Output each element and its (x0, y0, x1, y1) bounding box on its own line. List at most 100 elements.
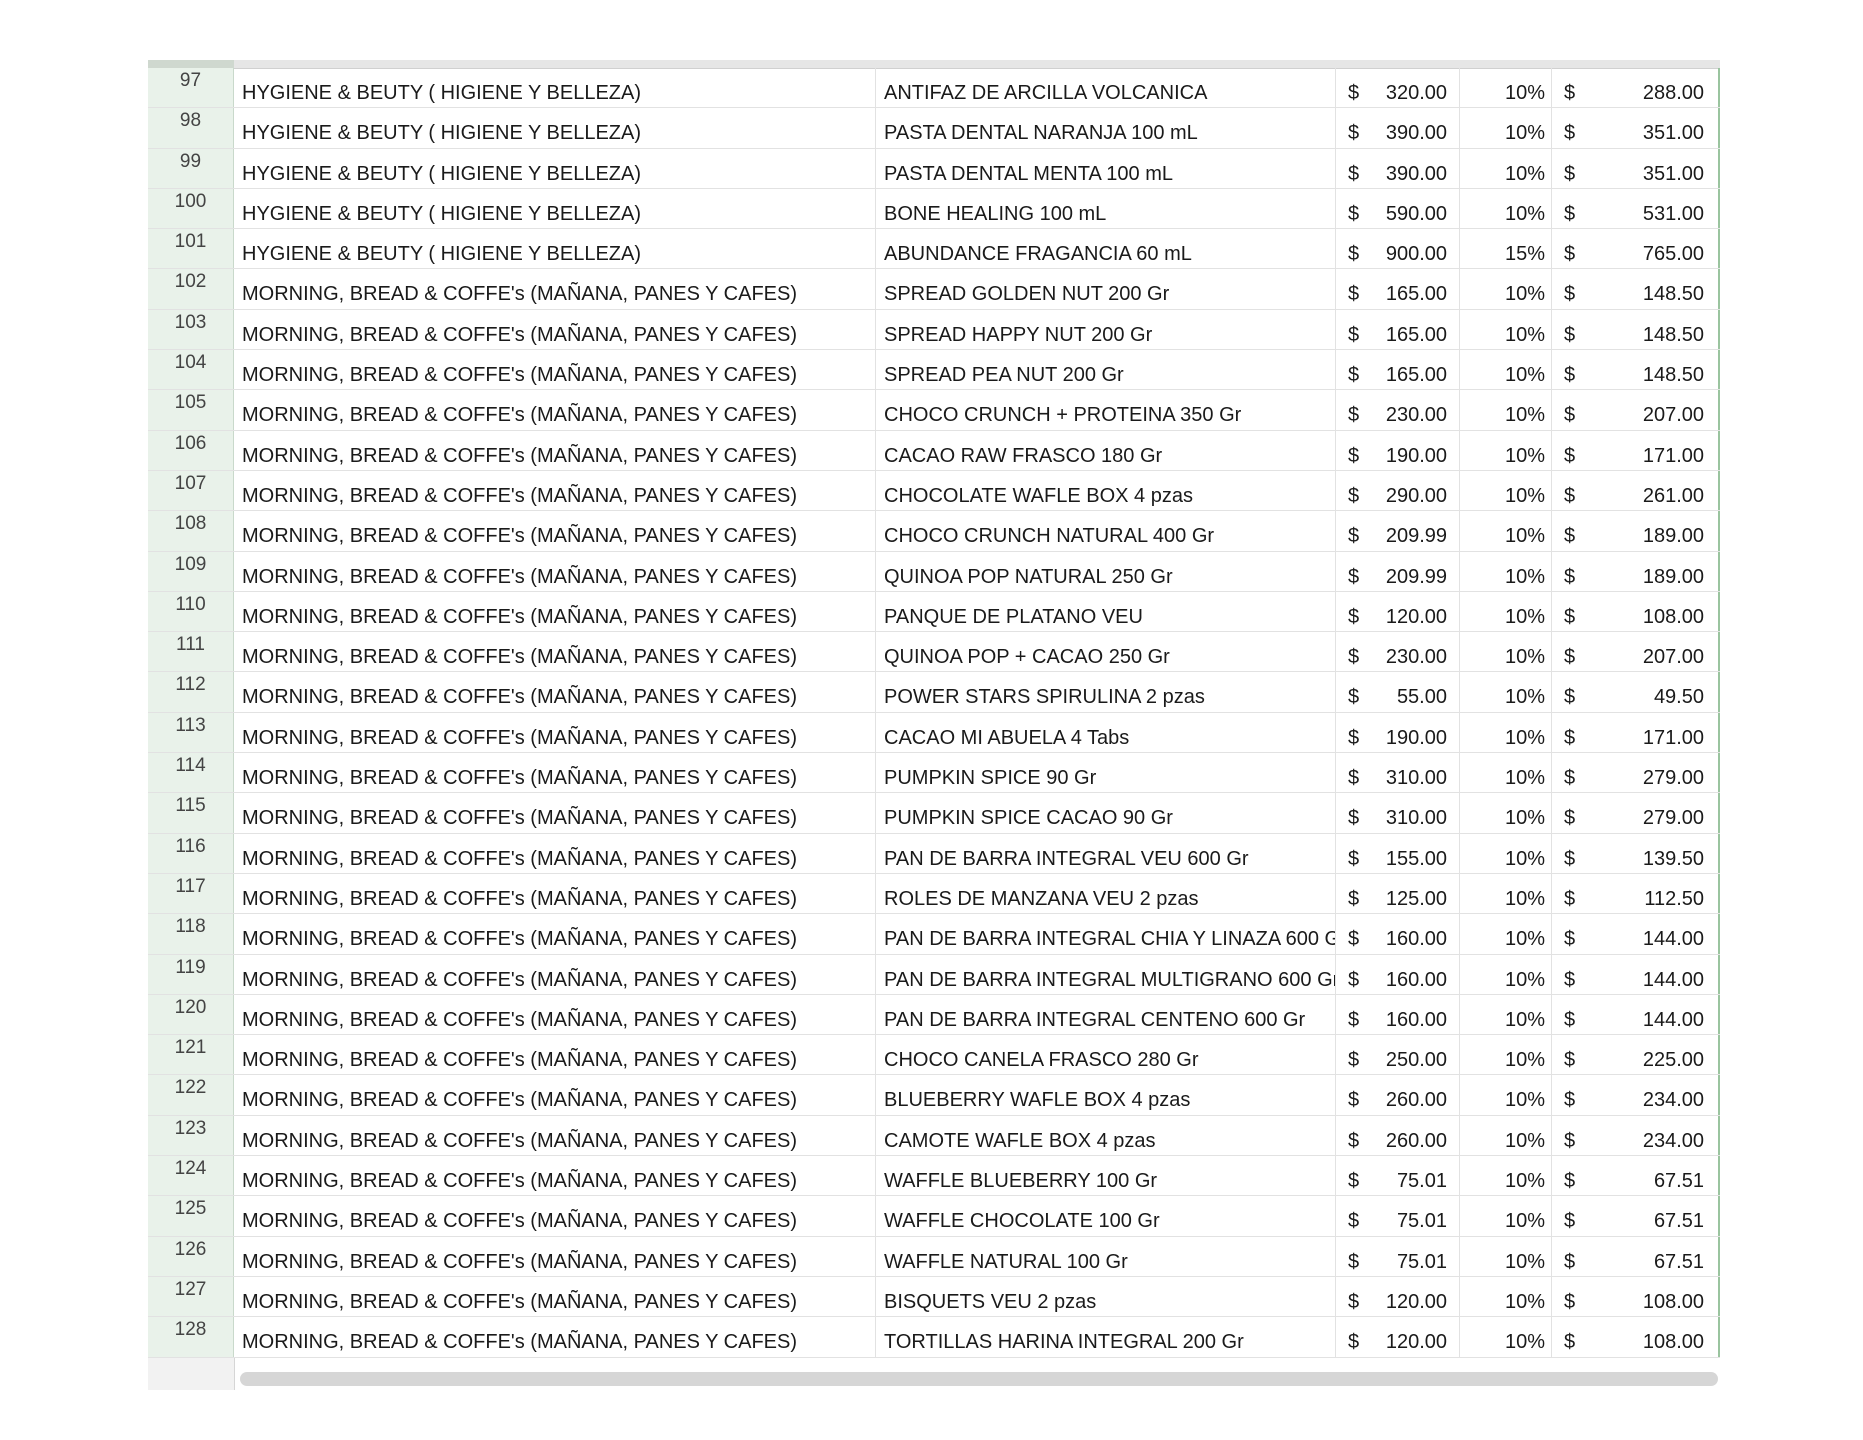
category-cell[interactable]: HYGIENE & BEUTY ( HIGIENE Y BELLEZA) (234, 68, 876, 108)
price-cell[interactable]: $ 75.01 (1336, 1196, 1460, 1236)
product-cell[interactable]: CHOCO CANELA FRASCO 280 Gr (876, 1035, 1336, 1075)
discount-cell[interactable]: 15% (1460, 229, 1552, 269)
category-cell[interactable]: MORNING, BREAD & COFFE's (MAÑANA, PANES … (234, 511, 876, 551)
product-cell[interactable]: ANTIFAZ DE ARCILLA VOLCANICA (876, 68, 1336, 108)
category-cell[interactable]: MORNING, BREAD & COFFE's (MAÑANA, PANES … (234, 833, 876, 873)
row-number[interactable]: 103 (148, 309, 234, 350)
final-price-cell[interactable]: $ 207.00 (1552, 390, 1720, 430)
final-price-cell[interactable]: $ 351.00 (1552, 108, 1720, 148)
discount-cell[interactable]: 10% (1460, 914, 1552, 954)
product-cell[interactable]: PAN DE BARRA INTEGRAL VEU 600 Gr (876, 833, 1336, 873)
discount-cell[interactable]: 10% (1460, 309, 1552, 350)
category-cell[interactable]: MORNING, BREAD & COFFE's (MAÑANA, PANES … (234, 1317, 876, 1357)
discount-cell[interactable]: 10% (1460, 1115, 1552, 1156)
final-price-cell[interactable]: $ 144.00 (1552, 954, 1720, 994)
category-cell[interactable]: MORNING, BREAD & COFFE's (MAÑANA, PANES … (234, 793, 876, 833)
category-cell[interactable]: MORNING, BREAD & COFFE's (MAÑANA, PANES … (234, 350, 876, 390)
category-cell[interactable]: MORNING, BREAD & COFFE's (MAÑANA, PANES … (234, 551, 876, 591)
row-number[interactable]: 123 (148, 1115, 234, 1156)
category-cell[interactable]: MORNING, BREAD & COFFE's (MAÑANA, PANES … (234, 1236, 876, 1276)
discount-cell[interactable]: 10% (1460, 672, 1552, 712)
price-cell[interactable]: $ 209.99 (1336, 551, 1460, 591)
price-cell[interactable]: $ 310.00 (1336, 753, 1460, 793)
final-price-cell[interactable]: $ 108.00 (1552, 1276, 1720, 1317)
category-cell[interactable]: MORNING, BREAD & COFFE's (MAÑANA, PANES … (234, 712, 876, 753)
price-cell[interactable]: $ 120.00 (1336, 591, 1460, 632)
row-number[interactable]: 108 (148, 511, 234, 551)
discount-cell[interactable]: 10% (1460, 632, 1552, 672)
price-cell[interactable]: $ 190.00 (1336, 712, 1460, 753)
category-cell[interactable]: MORNING, BREAD & COFFE's (MAÑANA, PANES … (234, 632, 876, 672)
category-cell[interactable]: MORNING, BREAD & COFFE's (MAÑANA, PANES … (234, 753, 876, 793)
discount-cell[interactable]: 10% (1460, 591, 1552, 632)
category-cell[interactable]: MORNING, BREAD & COFFE's (MAÑANA, PANES … (234, 1276, 876, 1317)
price-cell[interactable]: $ 55.00 (1336, 672, 1460, 712)
discount-cell[interactable]: 10% (1460, 833, 1552, 873)
price-cell[interactable]: $ 900.00 (1336, 229, 1460, 269)
final-price-cell[interactable]: $ 531.00 (1552, 188, 1720, 229)
category-cell[interactable]: MORNING, BREAD & COFFE's (MAÑANA, PANES … (234, 269, 876, 309)
discount-cell[interactable]: 10% (1460, 1317, 1552, 1357)
product-cell[interactable]: BLUEBERRY WAFLE BOX 4 pzas (876, 1075, 1336, 1115)
price-cell[interactable]: $ 75.01 (1336, 1236, 1460, 1276)
category-cell[interactable]: MORNING, BREAD & COFFE's (MAÑANA, PANES … (234, 1115, 876, 1156)
row-number[interactable]: 100 (148, 188, 234, 229)
product-cell[interactable]: PUMPKIN SPICE CACAO 90 Gr (876, 793, 1336, 833)
product-cell[interactable]: CHOCO CRUNCH NATURAL 400 Gr (876, 511, 1336, 551)
discount-cell[interactable]: 10% (1460, 1035, 1552, 1075)
price-cell[interactable]: $ 260.00 (1336, 1115, 1460, 1156)
price-cell[interactable]: $ 160.00 (1336, 954, 1460, 994)
category-cell[interactable]: HYGIENE & BEUTY ( HIGIENE Y BELLEZA) (234, 188, 876, 229)
final-price-cell[interactable]: $ 207.00 (1552, 632, 1720, 672)
row-number[interactable]: 121 (148, 1035, 234, 1075)
row-number[interactable]: 97 (148, 68, 234, 108)
price-cell[interactable]: $ 165.00 (1336, 350, 1460, 390)
final-price-cell[interactable]: $ 189.00 (1552, 551, 1720, 591)
product-cell[interactable]: PUMPKIN SPICE 90 Gr (876, 753, 1336, 793)
final-price-cell[interactable]: $ 148.50 (1552, 269, 1720, 309)
row-number[interactable]: 126 (148, 1236, 234, 1276)
product-cell[interactable]: PANQUE DE PLATANO VEU (876, 591, 1336, 632)
price-cell[interactable]: $ 190.00 (1336, 430, 1460, 470)
price-cell[interactable]: $ 165.00 (1336, 309, 1460, 350)
product-cell[interactable]: SPREAD PEA NUT 200 Gr (876, 350, 1336, 390)
category-cell[interactable]: MORNING, BREAD & COFFE's (MAÑANA, PANES … (234, 1196, 876, 1236)
product-cell[interactable]: SPREAD GOLDEN NUT 200 Gr (876, 269, 1336, 309)
category-cell[interactable]: MORNING, BREAD & COFFE's (MAÑANA, PANES … (234, 390, 876, 430)
row-number[interactable]: 104 (148, 350, 234, 390)
product-cell[interactable]: BISQUETS VEU 2 pzas (876, 1276, 1336, 1317)
price-cell[interactable]: $ 155.00 (1336, 833, 1460, 873)
row-number[interactable]: 107 (148, 470, 234, 511)
category-cell[interactable]: MORNING, BREAD & COFFE's (MAÑANA, PANES … (234, 914, 876, 954)
price-cell[interactable]: $ 165.00 (1336, 269, 1460, 309)
discount-cell[interactable]: 10% (1460, 551, 1552, 591)
product-cell[interactable]: CHOCOLATE WAFLE BOX 4 pzas (876, 470, 1336, 511)
discount-cell[interactable]: 10% (1460, 148, 1552, 188)
price-cell[interactable]: $ 230.00 (1336, 632, 1460, 672)
price-cell[interactable]: $ 160.00 (1336, 994, 1460, 1035)
row-number[interactable]: 125 (148, 1196, 234, 1236)
product-cell[interactable]: QUINOA POP NATURAL 250 Gr (876, 551, 1336, 591)
discount-cell[interactable]: 10% (1460, 1156, 1552, 1196)
category-cell[interactable]: MORNING, BREAD & COFFE's (MAÑANA, PANES … (234, 954, 876, 994)
price-cell[interactable]: $ 120.00 (1336, 1317, 1460, 1357)
discount-cell[interactable]: 10% (1460, 269, 1552, 309)
row-number[interactable]: 112 (148, 672, 234, 712)
row-number[interactable]: 102 (148, 269, 234, 309)
product-cell[interactable]: TORTILLAS HARINA INTEGRAL 200 Gr (876, 1317, 1336, 1357)
final-price-cell[interactable]: $ 234.00 (1552, 1075, 1720, 1115)
product-cell[interactable]: PASTA DENTAL NARANJA 100 mL (876, 108, 1336, 148)
final-price-cell[interactable]: $ 225.00 (1552, 1035, 1720, 1075)
row-number[interactable]: 99 (148, 148, 234, 188)
price-cell[interactable]: $ 250.00 (1336, 1035, 1460, 1075)
product-cell[interactable]: WAFFLE NATURAL 100 Gr (876, 1236, 1336, 1276)
price-cell[interactable]: $ 310.00 (1336, 793, 1460, 833)
product-cell[interactable]: PAN DE BARRA INTEGRAL MULTIGRANO 600 Gr (876, 954, 1336, 994)
discount-cell[interactable]: 10% (1460, 753, 1552, 793)
final-price-cell[interactable]: $ 279.00 (1552, 753, 1720, 793)
product-cell[interactable]: PASTA DENTAL MENTA 100 mL (876, 148, 1336, 188)
discount-cell[interactable]: 10% (1460, 108, 1552, 148)
category-cell[interactable]: HYGIENE & BEUTY ( HIGIENE Y BELLEZA) (234, 229, 876, 269)
price-cell[interactable]: $ 125.00 (1336, 873, 1460, 914)
product-cell[interactable]: CACAO MI ABUELA 4 Tabs (876, 712, 1336, 753)
